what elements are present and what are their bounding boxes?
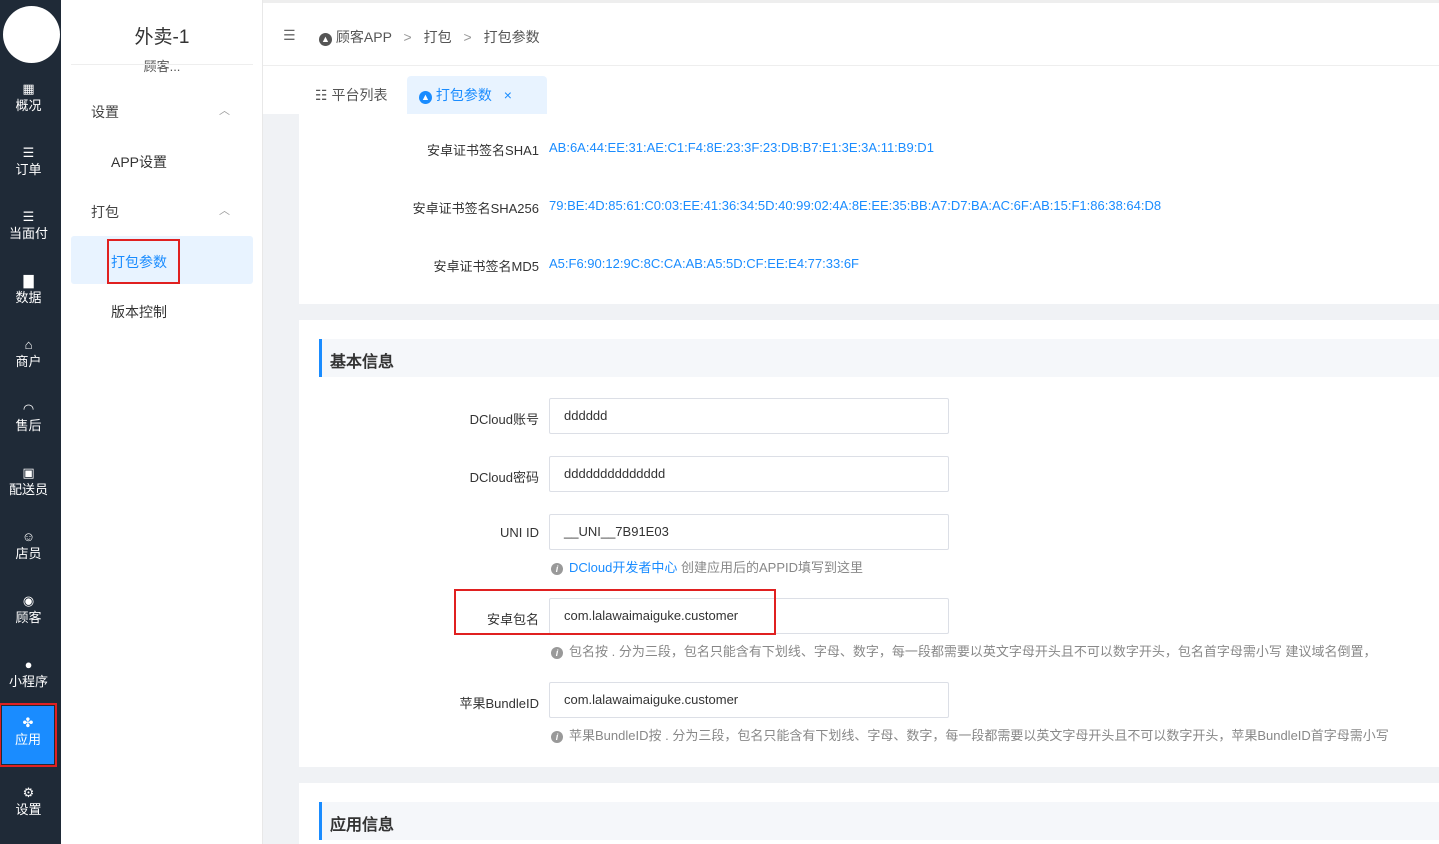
headset-icon: ◠ (22, 401, 35, 416)
section-title-app: 应用信息 (319, 802, 1439, 840)
md5-label: 安卓证书签名MD5 (433, 259, 539, 274)
bundle-id-hint: i 苹果BundleID按 . 分为三段，包名只能含有下划线、字母、数字，每一段都… (551, 725, 1389, 744)
nav-item-label: 当面付 (8, 226, 48, 241)
customer-icon: ◉ (22, 593, 35, 608)
info-icon: i (551, 563, 563, 575)
sidebar-item-version-control[interactable]: 版本控制 (111, 302, 167, 322)
divider (71, 64, 253, 65)
breadcrumb-current: 打包参数 (483, 29, 540, 45)
nav-item-label: 概况 (15, 98, 42, 113)
info-icon: i (551, 731, 563, 743)
app-icon: ▲ (419, 91, 432, 104)
app-icon: ▲ (319, 33, 332, 46)
nav-item-label: 设置 (15, 802, 42, 817)
android-package-hint: i 包名按 . 分为三段，包名只能含有下划线、字母、数字，每一段都需要以英文字母开… (551, 641, 1376, 660)
top-bar: ☰ ▲ 顾客APP > 打包 > 打包参数 (263, 0, 1439, 66)
nav-item-label: 商户 (15, 354, 42, 369)
nav-item[interactable]: ⚙ 设置 (0, 776, 57, 834)
breadcrumb-item[interactable]: 顾客APP (336, 29, 392, 45)
chevron-up-icon[interactable]: ︿ (219, 102, 230, 118)
section-title-basic: 基本信息 (319, 339, 1439, 377)
nav-item[interactable]: ☰ 当面付 (0, 200, 57, 258)
nav-item-label: 小程序 (8, 674, 48, 689)
bundle-id-label: 苹果BundleID (459, 696, 539, 711)
close-icon[interactable]: × (504, 87, 512, 103)
sidebar-item-app-settings[interactable]: APP设置 (111, 152, 167, 172)
avatar[interactable] (3, 6, 60, 63)
sub-sidebar: 外卖-1 顾客... 设置 ︿ APP设置 打包 ︿ 打包参数 版本控制 (61, 0, 263, 844)
nav-item-label: 数据 (15, 290, 42, 305)
nav-item[interactable]: ◉ 顾客 (0, 584, 57, 642)
nav-item-label: 售后 (15, 418, 42, 433)
section-title-text: 应用信息 (330, 817, 395, 834)
section-title-text: 基本信息 (330, 354, 395, 371)
wechat-icon: ● (24, 657, 33, 672)
chevron-up-icon[interactable]: ︿ (219, 202, 230, 218)
nav-item-label: 顾客 (15, 610, 42, 625)
bundle-id-input[interactable]: com.lalawaimaiguke.customer (549, 682, 949, 718)
nav-item-label: 店员 (15, 546, 42, 561)
nav-item[interactable]: ▇ 数据 (0, 264, 57, 322)
store-icon: ⌂ (24, 337, 33, 352)
apps-icon: ✤ (22, 715, 34, 730)
hint-text: 包名按 . 分为三段，包名只能含有下划线、字母、数字，每一段都需要以英文字母开头… (569, 644, 1377, 659)
md5-value: A5:F6:90:12:9C:8C:CA:AB:A5:5D:CF:EE:E4:7… (549, 256, 859, 271)
list-icon: ☰ (22, 145, 35, 160)
uni-id-hint: i DCloud开发者中心 创建应用后的APPID填写到这里 (551, 557, 863, 576)
info-icon: i (551, 647, 563, 659)
nav-item[interactable]: ● 小程序 (0, 648, 57, 706)
tab-label: 平台列表 (331, 87, 388, 103)
group-pack[interactable]: 打包 (91, 202, 119, 222)
tab-pack-params[interactable]: ▲ 打包参数 × (407, 76, 547, 114)
uni-id-label: UNI ID (500, 525, 539, 540)
nav-item[interactable]: ▣ 配送员 (0, 456, 57, 514)
tab-bar: ☷ 平台列表 ▲ 打包参数 × (263, 66, 1439, 114)
hint-text: 创建应用后的APPID填写到这里 (677, 560, 863, 575)
breadcrumb-sep: > (463, 29, 472, 45)
nav-item-label: 应用 (14, 732, 41, 747)
settings-icon: ⚙ (22, 785, 35, 800)
highlight-box (454, 589, 776, 635)
breadcrumb: ▲ 顾客APP > 打包 > 打包参数 (319, 27, 540, 47)
bar-chart-icon: ▇ (23, 273, 34, 288)
list-icon: ☰ (22, 209, 35, 224)
sidebar-item-pack-params[interactable]: 打包参数 (111, 252, 167, 272)
collapse-menu-icon[interactable]: ☰ (283, 27, 296, 44)
sha256-value: 79:BE:4D:85:61:C0:03:EE:41:36:34:5D:40:9… (549, 198, 1162, 213)
nav-item[interactable]: ☰ 订单 (0, 136, 57, 194)
dcloud-account-input[interactable]: dddddd (549, 398, 949, 434)
tab-label: 打包参数 (435, 87, 492, 103)
dcloud-dev-center-link[interactable]: DCloud开发者中心 (569, 560, 677, 575)
sha256-label: 安卓证书签名SHA256 (412, 201, 539, 216)
staff-icon: ☺ (21, 529, 36, 544)
store-title: 外卖-1 (134, 27, 190, 48)
dcloud-password-label: DCloud密码 (469, 470, 539, 485)
nav-item[interactable]: ◠ 售后 (0, 392, 57, 450)
grid-icon: ▦ (22, 81, 35, 96)
sha1-label: 安卓证书签名SHA1 (427, 143, 539, 158)
dcloud-password-input[interactable]: dddddddddddddd (549, 456, 949, 492)
nav-item-label: 订单 (15, 162, 42, 177)
hint-text: 苹果BundleID按 . 分为三段，包名只能含有下划线、字母、数字，每一段都需… (569, 728, 1389, 743)
sha1-value: AB:6A:44:EE:31:AE:C1:F4:8E:23:3F:23:DB:B… (549, 140, 934, 155)
breadcrumb-sep: > (403, 29, 412, 45)
nav-item[interactable]: ⌂ 商户 (0, 328, 57, 386)
list-icon: ☷ (315, 87, 328, 103)
group-settings[interactable]: 设置 (91, 102, 119, 122)
delivery-icon: ▣ (22, 465, 35, 480)
nav-item[interactable]: ✤ 应用 (0, 703, 57, 767)
breadcrumb-item[interactable]: 打包 (424, 29, 452, 45)
dcloud-account-label: DCloud账号 (469, 412, 539, 427)
nav-item[interactable]: ▦ 概况 (0, 72, 57, 130)
uni-id-input[interactable]: __UNI__7B91E03 (549, 514, 949, 550)
nav-item[interactable]: ☺ 店员 (0, 520, 57, 578)
store-subtitle: 顾客... (143, 59, 181, 74)
tab-platform-list[interactable]: ☷ 平台列表 (303, 76, 399, 114)
nav-item-label: 配送员 (8, 482, 48, 497)
